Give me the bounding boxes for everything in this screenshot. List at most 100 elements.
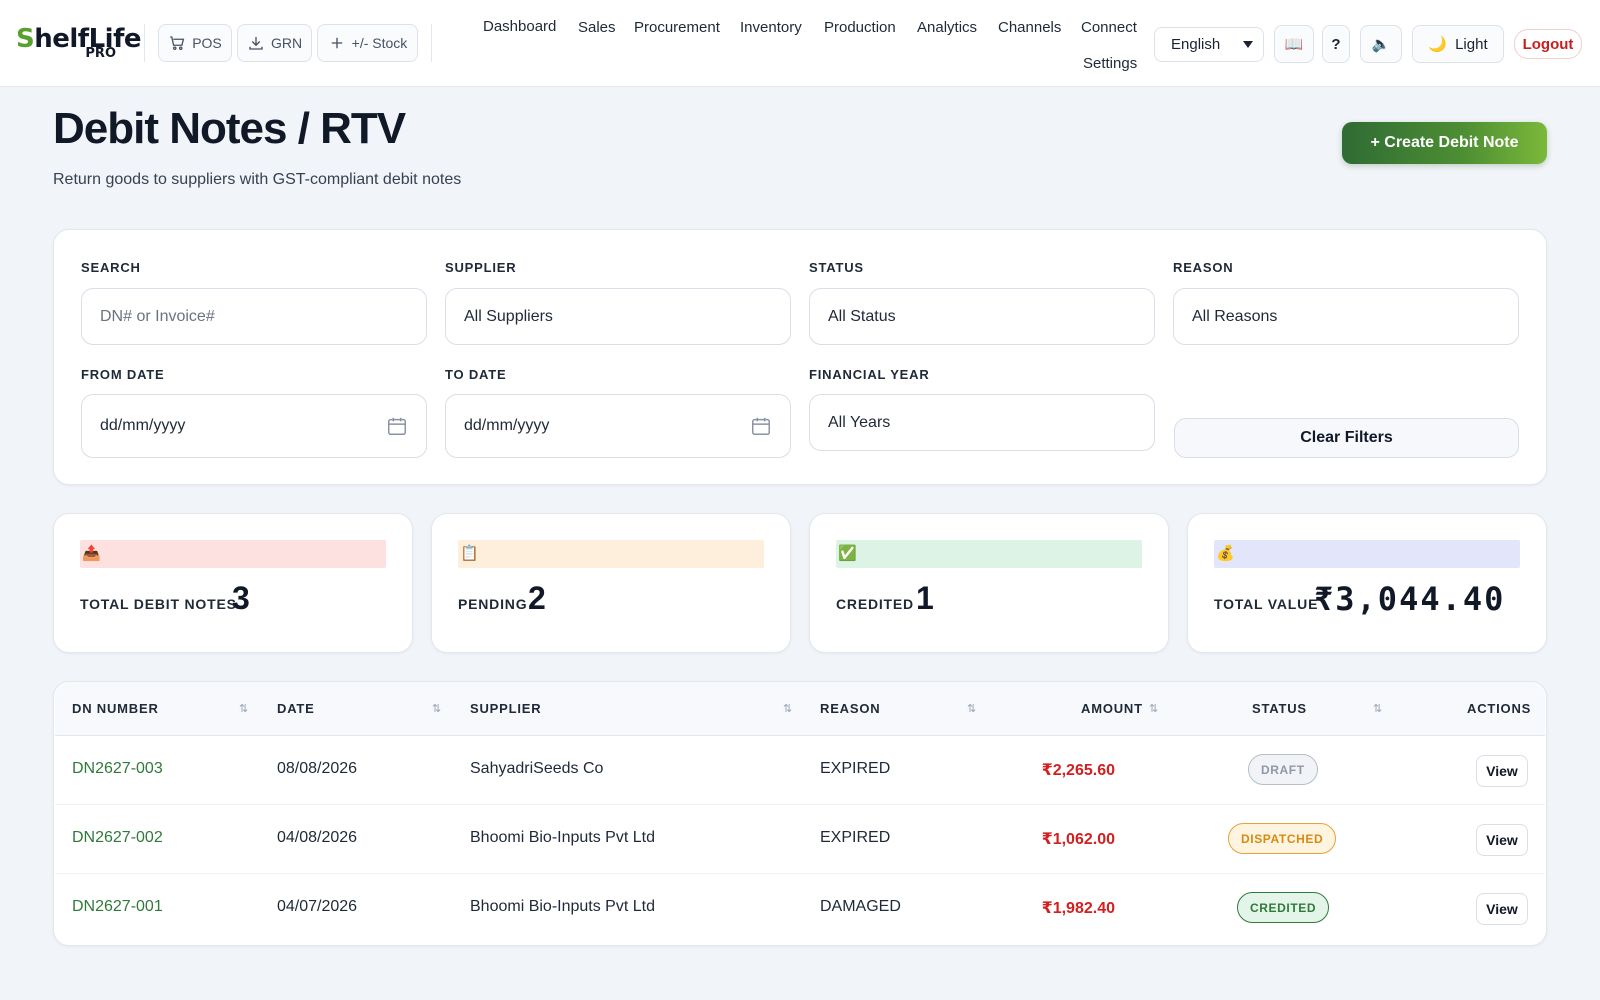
stat-label: TOTAL VALUE xyxy=(1214,596,1319,612)
sort-icon[interactable]: ⇅ xyxy=(967,702,976,715)
cart-icon xyxy=(170,36,185,51)
stock-adjust-label: +/- Stock xyxy=(351,35,408,51)
stat-bar xyxy=(1214,540,1520,568)
sound-toggle-button[interactable]: 🔈 xyxy=(1360,25,1402,63)
dn-amount: ₹2,265.60 xyxy=(1041,762,1115,779)
col-actions: ACTIONS xyxy=(1467,701,1532,716)
nav-production[interactable]: Production xyxy=(824,18,896,38)
col-dn-number[interactable]: DN NUMBER xyxy=(72,701,159,716)
sort-icon[interactable]: ⇅ xyxy=(783,702,792,715)
dn-number-link[interactable]: DN2627-001 xyxy=(72,898,163,916)
stat-label: CREDITED xyxy=(836,596,914,612)
logout-button[interactable]: Logout xyxy=(1514,29,1582,59)
from-date-label: FROM DATE xyxy=(81,367,165,382)
reason-select[interactable]: All Reasons xyxy=(1173,288,1519,345)
stat-value: ₹3,044.40 xyxy=(1314,580,1506,618)
stat-label: PENDING xyxy=(458,596,528,612)
search-placeholder: DN# or Invoice# xyxy=(100,307,215,325)
help-button[interactable]: ? xyxy=(1322,25,1350,63)
help-label: ? xyxy=(1331,35,1341,53)
dn-reason: EXPIRED xyxy=(820,760,891,777)
reason-value: All Reasons xyxy=(1192,307,1278,325)
book-icon: 📖 xyxy=(1284,36,1304,53)
logo-pro-tag: PRO xyxy=(85,46,116,61)
stat-bar xyxy=(458,540,764,568)
table-row[interactable]: DN2627-001 04/07/2026 Bhoomi Bio-Inputs … xyxy=(55,874,1545,943)
sort-icon[interactable]: ⇅ xyxy=(1149,702,1158,715)
table-row[interactable]: DN2627-003 08/08/2026 SahyadriSeeds Co E… xyxy=(55,736,1545,805)
dn-date: 04/08/2026 xyxy=(277,829,358,846)
dn-date: 08/08/2026 xyxy=(277,760,358,777)
col-status[interactable]: STATUS xyxy=(1252,701,1307,716)
dn-supplier: Bhoomi Bio-Inputs Pvt Ltd xyxy=(470,829,655,846)
stat-card-credited: ✅ CREDITED 1 xyxy=(809,513,1169,653)
nav-analytics[interactable]: Analytics xyxy=(917,18,977,38)
download-icon xyxy=(249,37,263,50)
to-date-placeholder: dd/mm/yyyy xyxy=(464,417,550,434)
from-date-input[interactable]: dd/mm/yyyy xyxy=(81,394,427,458)
stock-adjust-button[interactable]: +/- Stock xyxy=(317,24,418,62)
col-supplier[interactable]: SUPPLIER xyxy=(470,701,541,716)
dn-number-link[interactable]: DN2627-003 xyxy=(72,760,163,778)
nav-connect[interactable]: Connect xyxy=(1081,18,1137,38)
reason-label: REASON xyxy=(1173,260,1234,275)
shelflife-logo[interactable]: ShelfLife PRO xyxy=(16,24,142,64)
dn-supplier: SahyadriSeeds Co xyxy=(470,760,604,777)
col-amount[interactable]: AMOUNT xyxy=(1081,701,1143,716)
stat-card-pending: 📋 PENDING 2 xyxy=(431,513,791,653)
sort-icon[interactable]: ⇅ xyxy=(1373,702,1382,715)
nav-channels[interactable]: Channels xyxy=(998,18,1061,38)
nav-dashboard[interactable]: Dashboard xyxy=(483,17,556,37)
from-date-placeholder: dd/mm/yyyy xyxy=(100,417,186,434)
grn-label: GRN xyxy=(270,35,303,51)
page-subtitle: Return goods to suppliers with GST-compl… xyxy=(53,171,462,188)
dn-reason: EXPIRED xyxy=(820,829,891,846)
nav-procurement[interactable]: Procurement xyxy=(634,18,720,38)
status-badge: DISPATCHED xyxy=(1228,823,1337,854)
guide-button[interactable]: 📖 xyxy=(1274,25,1314,63)
view-button[interactable]: View xyxy=(1476,755,1528,787)
view-button[interactable]: View xyxy=(1476,893,1528,925)
to-date-label: TO DATE xyxy=(445,367,507,382)
view-button[interactable]: View xyxy=(1476,824,1528,856)
language-select[interactable]: English xyxy=(1154,27,1264,62)
dn-amount: ₹1,062.00 xyxy=(1041,831,1115,848)
search-input[interactable]: DN# or Invoice# xyxy=(81,288,427,345)
supplier-select[interactable]: All Suppliers xyxy=(445,288,791,345)
language-value: English xyxy=(1171,36,1221,53)
stat-value: 2 xyxy=(528,580,546,616)
status-badge: CREDITED xyxy=(1237,892,1330,923)
nav-sales[interactable]: Sales xyxy=(578,18,616,38)
grn-button[interactable]: GRN xyxy=(237,24,312,62)
theme-toggle-button[interactable]: 🌙 Light xyxy=(1412,25,1504,63)
nav-inventory[interactable]: Inventory xyxy=(740,18,802,38)
logo-wordmark: ShelfLife xyxy=(16,24,142,54)
dn-date: 04/07/2026 xyxy=(277,898,358,915)
financial-year-value: All Years xyxy=(828,413,891,431)
stat-label: TOTAL DEBIT NOTES xyxy=(80,596,237,612)
to-date-input[interactable]: dd/mm/yyyy xyxy=(445,394,791,458)
status-select[interactable]: All Status xyxy=(809,288,1155,345)
pos-button[interactable]: POS xyxy=(158,24,232,62)
clear-filters-button[interactable]: Clear Filters xyxy=(1174,418,1519,458)
table-row[interactable]: DN2627-002 04/08/2026 Bhoomi Bio-Inputs … xyxy=(55,805,1545,874)
status-value: All Status xyxy=(828,307,896,325)
stat-bar xyxy=(836,540,1142,568)
page-title: Debit Notes / RTV xyxy=(53,104,406,153)
calendar-icon[interactable] xyxy=(386,415,408,437)
sort-icon[interactable]: ⇅ xyxy=(239,702,248,715)
speaker-icon: 🔈 xyxy=(1371,36,1391,53)
calendar-icon[interactable] xyxy=(750,415,772,437)
sort-icon[interactable]: ⇅ xyxy=(432,702,441,715)
create-debit-note-button[interactable]: + Create Debit Note xyxy=(1342,122,1547,164)
stat-value: 3 xyxy=(232,580,250,616)
financial-year-select[interactable]: All Years xyxy=(809,394,1155,451)
pos-label: POS xyxy=(192,35,222,51)
dn-number-link[interactable]: DN2627-002 xyxy=(72,829,163,847)
dn-reason: DAMAGED xyxy=(820,898,901,915)
col-reason[interactable]: REASON xyxy=(820,701,880,716)
col-date[interactable]: DATE xyxy=(277,701,315,716)
supplier-label: SUPPLIER xyxy=(445,260,517,275)
theme-label: Light xyxy=(1455,35,1488,53)
nav-settings[interactable]: Settings xyxy=(1083,54,1137,74)
